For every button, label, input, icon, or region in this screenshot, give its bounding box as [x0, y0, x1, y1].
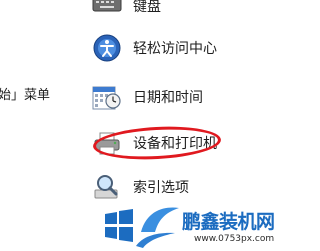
indexing-options-label: 索引选项: [133, 180, 189, 196]
watermark-url: www.0753px.com: [194, 234, 275, 244]
control-panel-item-date-time[interactable]: 日期和时间: [92, 82, 242, 114]
control-panel-item-ease-of-access[interactable]: 轻松访问中心: [92, 33, 242, 65]
ease-of-access-label: 轻松访问中心: [133, 41, 217, 57]
date-time-label: 日期和时间: [133, 90, 203, 106]
watermark-title: 鹏鑫装机网: [182, 211, 275, 233]
keyboard-label: 键盘: [133, 0, 161, 15]
site-watermark: 鹏鑫装机网 www.0753px.com: [103, 202, 277, 251]
calendar-clock-icon: [92, 86, 121, 110]
control-panel-item-keyboard[interactable]: 键盘: [92, 0, 242, 23]
keyboard-icon: [92, 0, 122, 12]
start-menu-fragment-label: 始」菜单: [0, 88, 51, 103]
control-panel-item-indexing-options[interactable]: 索引选项: [92, 172, 242, 204]
watermark-logo: [105, 207, 179, 248]
search-magnifier-icon: [94, 175, 118, 199]
ease-of-access-icon: [93, 34, 121, 62]
